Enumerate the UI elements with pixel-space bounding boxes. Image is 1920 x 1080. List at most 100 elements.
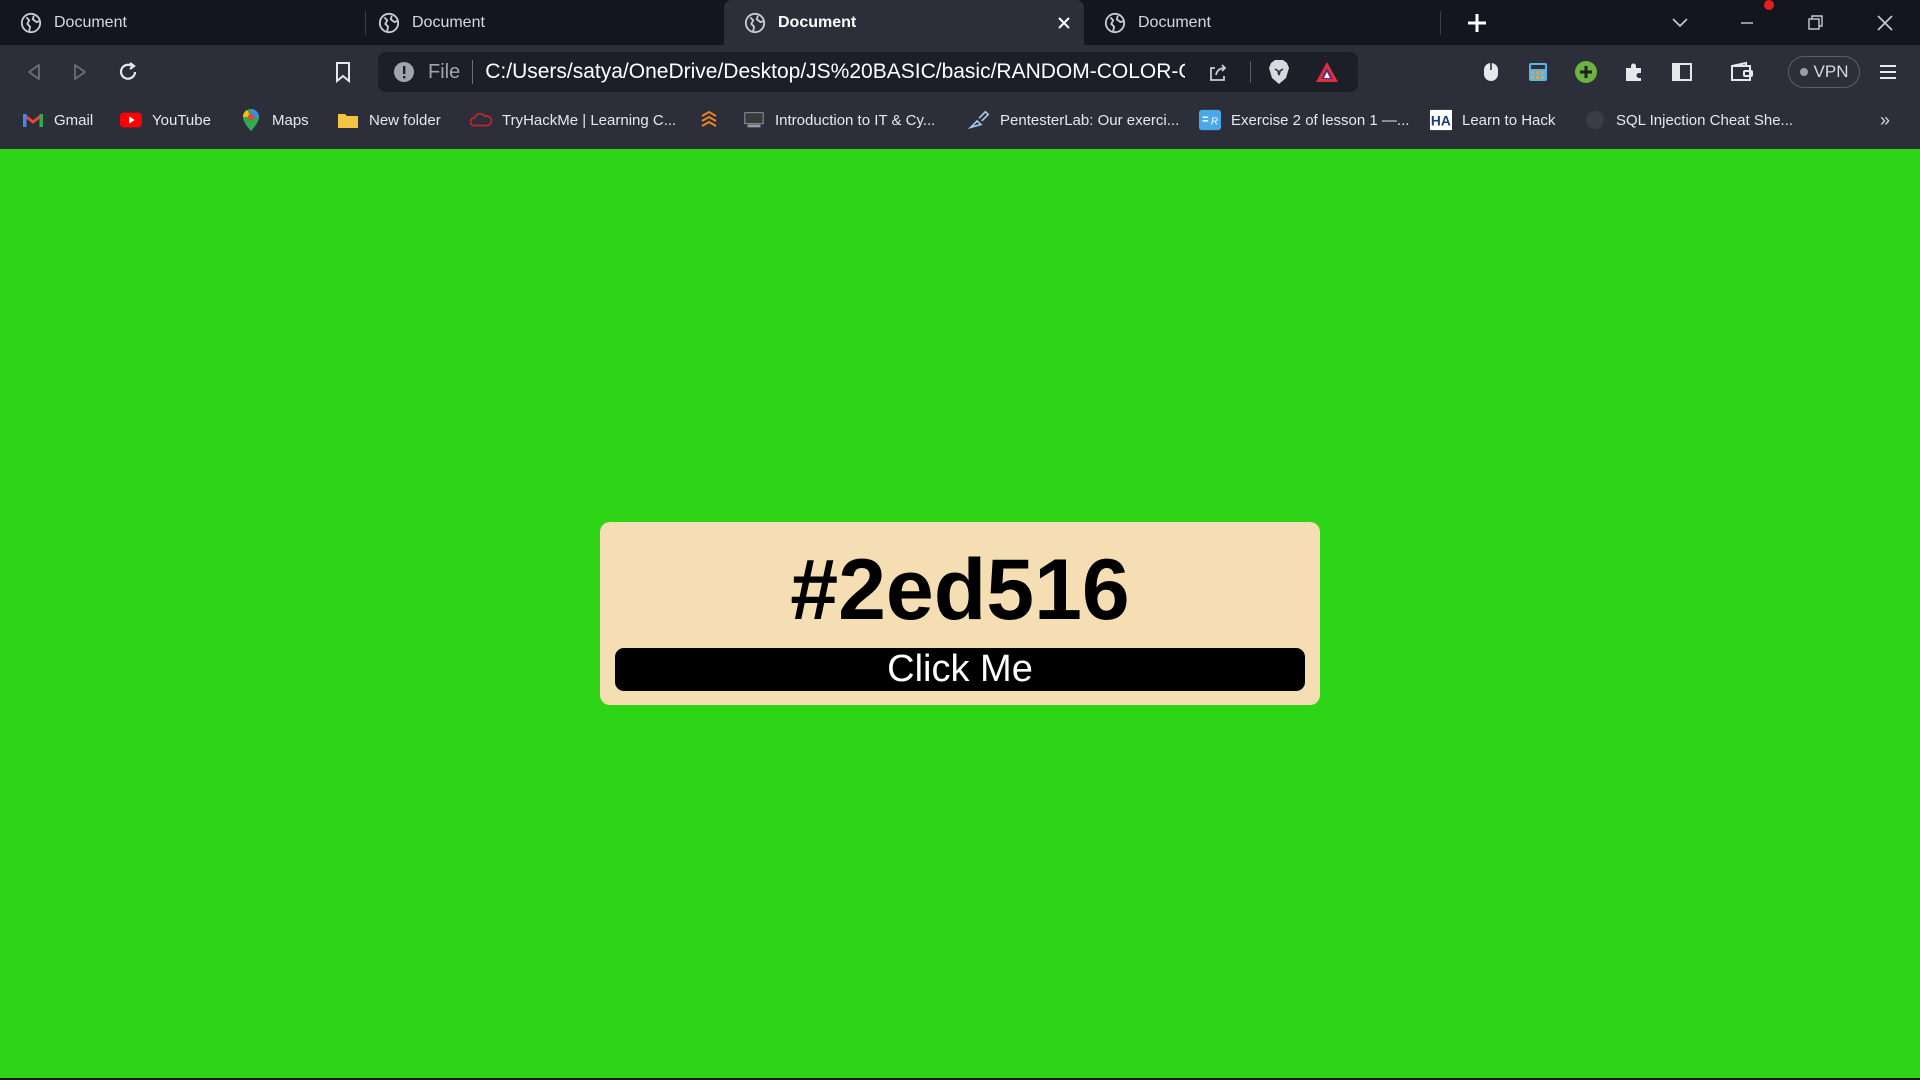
reload-icon xyxy=(119,62,137,80)
maps-icon xyxy=(240,109,262,131)
bookmark-learn-to-hack[interactable]: HA Learn to Hack xyxy=(1430,99,1555,141)
close-window-button[interactable] xyxy=(1855,0,1915,45)
extension-calculator-button[interactable] xyxy=(1518,52,1558,92)
reload-button[interactable] xyxy=(108,52,148,92)
bookmark-label: Gmail xyxy=(54,111,94,129)
forward-arrow-icon xyxy=(74,64,86,80)
bookmark-label: PentesterLab: Our exerci... xyxy=(1000,111,1180,129)
hacksplaining-icon: HA xyxy=(1430,109,1452,131)
mouse-icon xyxy=(1484,63,1498,81)
vpn-button[interactable]: VPN xyxy=(1788,56,1860,88)
tab-title: Document xyxy=(54,13,127,31)
tab-title: Document xyxy=(778,13,857,31)
tab-document-2[interactable]: Document xyxy=(358,0,723,45)
wallet-button[interactable] xyxy=(1722,52,1762,92)
close-tab-button[interactable] xyxy=(1052,11,1076,35)
bookmark-label: Maps xyxy=(272,111,309,129)
pentesterlab-icon xyxy=(968,109,990,131)
address-bar[interactable]: File C:/Users/satya/OneDrive/Desktop/JS%… xyxy=(378,52,1358,92)
rewards-triangle-icon xyxy=(1316,62,1338,82)
minimize-icon xyxy=(1741,21,1753,24)
bookmark-label: New folder xyxy=(369,111,441,129)
brave-rewards-button[interactable] xyxy=(1310,52,1344,92)
bookmark-sql-injection[interactable]: SQL Injection Cheat She... xyxy=(1584,99,1793,141)
exercise-icon: R xyxy=(1199,109,1221,131)
extensions-button[interactable] xyxy=(1614,52,1654,92)
tab-title: Document xyxy=(1138,13,1211,31)
click-me-button[interactable]: Click Me xyxy=(615,648,1305,691)
folder-icon xyxy=(337,109,359,131)
bookmark-button[interactable] xyxy=(323,52,363,92)
bookmark-maps[interactable]: Maps xyxy=(240,99,309,141)
back-button[interactable] xyxy=(14,52,54,92)
bookmark-youtube[interactable]: YouTube xyxy=(120,99,211,141)
bookmark-label: Learn to Hack xyxy=(1462,111,1556,129)
bookmark-gmail[interactable]: Gmail xyxy=(22,99,93,141)
main-menu-button[interactable] xyxy=(1868,52,1908,92)
globe-icon xyxy=(20,12,42,33)
tab-strip: Document Document Document Document xyxy=(0,0,1920,45)
bookmarks-bar: Gmail YouTube Maps New folder TryHackMe … xyxy=(0,99,1920,149)
forward-button[interactable] xyxy=(60,52,100,92)
brave-shields-button[interactable] xyxy=(1262,52,1296,92)
hamburger-menu-icon xyxy=(1880,65,1896,79)
restore-button[interactable] xyxy=(1786,0,1846,45)
extension-plus-button[interactable] xyxy=(1566,52,1606,92)
tab-search-button[interactable] xyxy=(1650,0,1710,45)
tryhackme-icon xyxy=(470,109,492,131)
globe-icon xyxy=(744,12,766,33)
plus-icon xyxy=(1468,14,1486,32)
bookmark-label: YouTube xyxy=(152,111,211,129)
bookmark-new-folder[interactable]: New folder xyxy=(337,99,441,141)
chevron-down-icon xyxy=(1672,17,1688,27)
page-content: #2ed516 Click Me xyxy=(0,149,1920,1078)
more-bookmarks-button[interactable]: » xyxy=(1872,107,1898,133)
vpn-status-dot xyxy=(1799,68,1808,76)
back-arrow-icon xyxy=(28,64,40,80)
url-divider xyxy=(1250,61,1251,83)
youtube-icon xyxy=(120,109,142,131)
share-icon xyxy=(1210,64,1227,81)
green-plus-icon xyxy=(1575,61,1597,83)
vpn-label: VPN xyxy=(1813,62,1849,81)
extension-mouse-button[interactable] xyxy=(1471,52,1511,92)
svg-text:HA: HA xyxy=(1431,114,1451,129)
share-button[interactable] xyxy=(1202,52,1234,92)
url-scheme-label: File xyxy=(428,60,461,83)
minimize-button[interactable] xyxy=(1717,0,1777,45)
svg-text:R: R xyxy=(1211,117,1218,128)
calculator-icon xyxy=(1529,63,1547,81)
puzzle-piece-icon xyxy=(1626,63,1641,81)
hex-color-code: #2ed516 xyxy=(790,542,1130,638)
double-chevron-right-icon: » xyxy=(1879,109,1890,130)
browser-toolbar: File C:/Users/satya/OneDrive/Desktop/JS%… xyxy=(0,45,1920,99)
globe-icon xyxy=(1104,12,1126,33)
color-card: #2ed516 Click Me xyxy=(600,522,1320,705)
bookmark-pentesterlab[interactable]: PentesterLab: Our exerci... xyxy=(968,99,1179,141)
url-divider xyxy=(472,60,474,84)
restore-icon xyxy=(1808,14,1823,30)
sqli-icon xyxy=(1584,109,1606,131)
close-icon xyxy=(1058,17,1070,29)
globe-icon xyxy=(378,12,400,33)
bookmark-label: Exercise 2 of lesson 1 —... xyxy=(1231,111,1410,129)
url-text[interactable]: C:/Users/satya/OneDrive/Desktop/JS%20BAS… xyxy=(485,60,1185,84)
tab-document-1[interactable]: Document xyxy=(0,0,365,45)
tab-divider xyxy=(1440,11,1441,35)
sidebar-toggle-button[interactable] xyxy=(1662,52,1702,92)
bookmark-stack[interactable] xyxy=(698,99,730,141)
bookmark-tryhackme[interactable]: TryHackMe | Learning C... xyxy=(470,99,676,141)
new-tab-button[interactable] xyxy=(1462,8,1492,38)
tab-document-3-active[interactable]: Document xyxy=(724,0,1084,45)
gmail-icon xyxy=(22,109,44,131)
tab-document-4[interactable]: Document xyxy=(1084,0,1439,45)
bookmark-exercise[interactable]: R Exercise 2 of lesson 1 —... xyxy=(1199,99,1409,141)
brave-lion-icon xyxy=(1269,60,1289,84)
bookmark-label: TryHackMe | Learning C... xyxy=(502,111,677,129)
bookmark-icon xyxy=(336,62,350,83)
cybrary-icon xyxy=(743,109,765,131)
info-icon[interactable] xyxy=(392,60,416,84)
close-icon xyxy=(1877,14,1893,31)
tab-title: Document xyxy=(412,13,485,31)
bookmark-cybrary[interactable]: Introduction to IT & Cy... xyxy=(743,99,935,141)
